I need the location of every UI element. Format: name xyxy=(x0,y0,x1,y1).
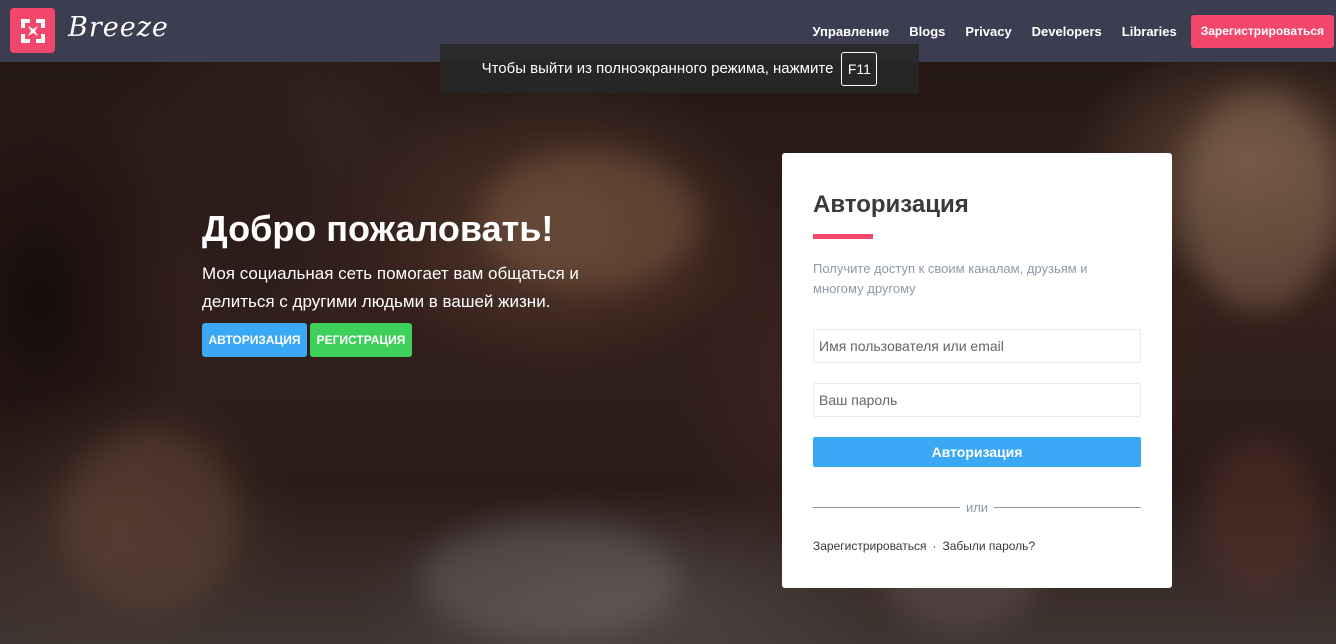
f11-key-badge: F11 xyxy=(841,51,878,86)
register-button[interactable]: Зарегистрироваться xyxy=(1190,14,1334,48)
hero-login-button[interactable]: АВТОРИЗАЦИЯ xyxy=(202,323,307,357)
or-divider: или xyxy=(813,499,1142,515)
hero-signup-button[interactable]: РЕГИСТРАЦИЯ xyxy=(310,323,412,357)
login-card-title: Авторизация xyxy=(813,191,969,218)
nav-link-privacy[interactable]: Privacy xyxy=(965,24,1011,39)
toast-text: Чтобы выйти из полноэкранного режима, на… xyxy=(481,60,834,77)
login-submit-button[interactable]: Авторизация xyxy=(813,437,1141,467)
link-separator: · xyxy=(932,539,937,553)
register-link[interactable]: Зарегистрироваться xyxy=(813,539,926,553)
nav-link-libraries[interactable]: Libraries xyxy=(1122,24,1177,39)
divider-line-left xyxy=(813,506,960,508)
logo-glyph xyxy=(20,18,45,43)
title-accent-bar xyxy=(813,234,873,239)
forgot-password-link[interactable]: Забыли пароль? xyxy=(942,539,1035,553)
login-card-description: Получите доступ к своим каналам, друзьям… xyxy=(813,261,1088,296)
nav-link-blogs[interactable]: Blogs xyxy=(909,24,945,39)
hero-title: Добро пожаловать! xyxy=(202,208,554,249)
password-input[interactable] xyxy=(813,383,1141,417)
nav-link-management[interactable]: Управление xyxy=(812,24,889,39)
login-card: Авторизация Получите доступ к своим кана… xyxy=(782,153,1172,588)
breeze-logo-icon[interactable] xyxy=(10,8,55,53)
hero-description: Моя социальная сеть помогает вам общатьс… xyxy=(202,264,579,311)
divider-line-right xyxy=(994,506,1142,508)
card-footer-links: Зарегистрироваться · Забыли пароль? xyxy=(813,539,1035,553)
nav-link-developers[interactable]: Developers xyxy=(1032,24,1102,39)
username-input[interactable] xyxy=(813,329,1141,363)
divider-label: или xyxy=(965,499,989,515)
fullscreen-exit-toast: Чтобы выйти из полноэкранного режима, на… xyxy=(440,44,919,93)
brand-name[interactable]: Breeze xyxy=(68,12,169,43)
